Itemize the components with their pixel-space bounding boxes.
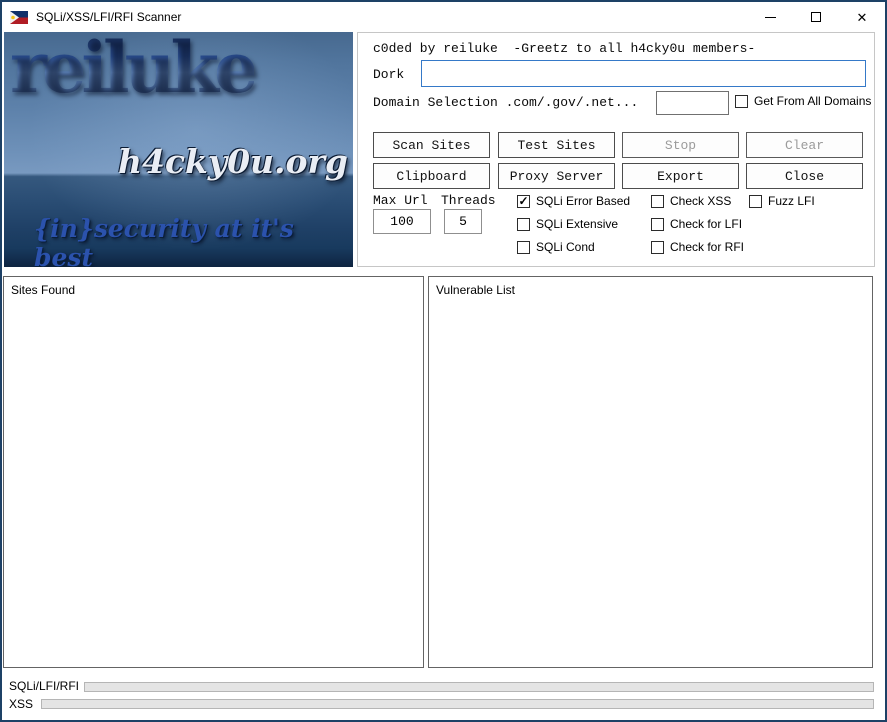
minimize-icon <box>765 17 776 18</box>
scan-sites-button[interactable]: Scan Sites <box>373 132 490 158</box>
vulnerable-list-label: Vulnerable List <box>436 283 515 297</box>
sqli-lfi-rfi-progress-label: SQLi/LFI/RFI <box>9 680 79 692</box>
checkbox-box: ✓ <box>517 195 530 208</box>
checkbox-box: ✓ <box>749 195 762 208</box>
xss-progress-bar <box>41 699 874 709</box>
close-app-button[interactable]: Close <box>746 163 863 189</box>
checkbox-label: SQLi Cond <box>536 240 595 254</box>
max-url-input[interactable] <box>373 209 431 234</box>
checkbox-label: SQLi Error Based <box>536 194 630 208</box>
banner-slogan-text: {in}security at it's best <box>34 214 353 267</box>
checkbox-box: ✓ <box>517 241 530 254</box>
checkbox-box: ✓ <box>651 195 664 208</box>
domain-selection-label: Domain Selection .com/.gov/.net... <box>373 95 638 110</box>
checkbox-box: ✓ <box>651 218 664 231</box>
get-all-domains-checkbox[interactable]: ✓ Get From All Domains <box>735 94 871 108</box>
window-title: SQLi/XSS/LFI/RFI Scanner <box>36 10 181 24</box>
app-window: SQLi/XSS/LFI/RFI Scanner ✕ reiluke h4cky… <box>0 0 887 722</box>
fuzz-lfi-checkbox[interactable]: ✓ Fuzz LFI <box>749 194 815 208</box>
minimize-button[interactable] <box>747 2 793 32</box>
threads-input[interactable] <box>444 209 482 234</box>
clear-button[interactable]: Clear <box>746 132 863 158</box>
banner-image: reiluke h4cky0u.org {in}security at it's… <box>4 32 353 267</box>
checkbox-label: Get From All Domains <box>754 94 871 108</box>
checkmark-icon: ✓ <box>518 195 528 207</box>
checkbox-box: ✓ <box>735 95 748 108</box>
title-bar: SQLi/XSS/LFI/RFI Scanner ✕ <box>2 2 885 32</box>
sites-found-label: Sites Found <box>11 283 75 297</box>
sites-found-list[interactable]: Sites Found <box>3 276 424 668</box>
checkbox-label: Fuzz LFI <box>768 194 815 208</box>
dork-input[interactable] <box>421 60 866 87</box>
stop-button[interactable]: Stop <box>622 132 739 158</box>
app-icon <box>10 11 28 24</box>
control-panel: c0ded by reiluke -Greetz to all h4cky0u … <box>357 32 875 267</box>
proxy-server-button[interactable]: Proxy Server <box>498 163 615 189</box>
banner-site-text: h4cky0u.org <box>118 142 348 181</box>
clipboard-button[interactable]: Clipboard <box>373 163 490 189</box>
max-url-label: Max Url <box>373 193 428 208</box>
check-for-lfi-checkbox[interactable]: ✓ Check for LFI <box>651 217 742 231</box>
close-button[interactable]: ✕ <box>839 2 885 32</box>
threads-label: Threads <box>441 193 496 208</box>
vulnerable-list[interactable]: Vulnerable List <box>428 276 873 668</box>
close-icon: ✕ <box>857 11 868 24</box>
maximize-button[interactable] <box>793 2 839 32</box>
sqli-cond-checkbox[interactable]: ✓ SQLi Cond <box>517 240 595 254</box>
checkbox-box: ✓ <box>517 218 530 231</box>
export-button[interactable]: Export <box>622 163 739 189</box>
domain-input[interactable] <box>656 91 729 115</box>
test-sites-button[interactable]: Test Sites <box>498 132 615 158</box>
checkbox-label: Check for LFI <box>670 217 742 231</box>
sqli-lfi-rfi-progress-bar <box>84 682 874 692</box>
credits-text: c0ded by reiluke -Greetz to all h4cky0u … <box>373 41 755 56</box>
dork-label: Dork <box>373 67 404 82</box>
sqli-extensive-checkbox[interactable]: ✓ SQLi Extensive <box>517 217 618 231</box>
check-xss-checkbox[interactable]: ✓ Check XSS <box>651 194 731 208</box>
banner-title-text: reiluke <box>10 32 254 109</box>
checkbox-label: Check for RFI <box>670 240 744 254</box>
check-for-rfi-checkbox[interactable]: ✓ Check for RFI <box>651 240 744 254</box>
maximize-icon <box>811 12 821 22</box>
checkbox-label: Check XSS <box>670 194 731 208</box>
checkbox-label: SQLi Extensive <box>536 217 618 231</box>
checkbox-box: ✓ <box>651 241 664 254</box>
sqli-error-based-checkbox[interactable]: ✓ SQLi Error Based <box>517 194 630 208</box>
xss-progress-label: XSS <box>9 698 33 710</box>
